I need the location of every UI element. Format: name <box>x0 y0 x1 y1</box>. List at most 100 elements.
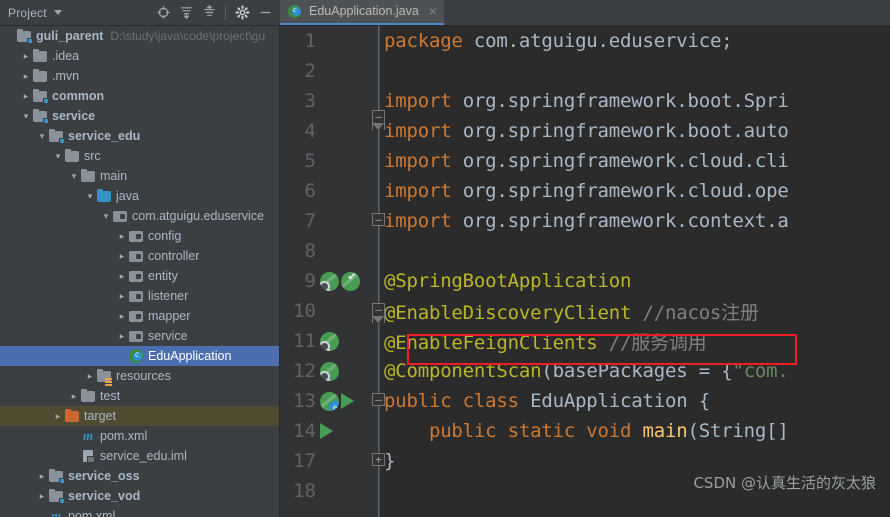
package-icon <box>128 228 144 244</box>
tree-item-com-atguigu-eduservice[interactable]: com.atguigu.eduservice <box>0 206 279 226</box>
fold-marker-imports-end[interactable] <box>372 213 385 226</box>
chevron-right-icon[interactable] <box>52 412 64 421</box>
code-line[interactable]: 8 <box>280 236 890 266</box>
code-line[interactable]: 6 import org.springframework.cloud.ope <box>280 176 890 206</box>
code-line[interactable]: 12 @ComponentScan(basePackages = {"com. <box>280 356 890 386</box>
tree-item-eduapplication[interactable]: EduApplication <box>0 346 279 366</box>
tree-item-entity[interactable]: entity <box>0 266 279 286</box>
chevron-down-icon[interactable] <box>53 10 62 15</box>
top-bar: Project c EduApplication.java × <box>0 0 890 26</box>
code-text: public static void main(String[] <box>384 420 789 442</box>
tree-item-src[interactable]: src <box>0 146 279 166</box>
tree-item-guli-parent[interactable]: guli_parent D:\study\java\code\project\gu <box>0 26 279 46</box>
chevron-down-icon[interactable] <box>52 152 64 161</box>
editor-tab-eduapplication[interactable]: c EduApplication.java × <box>280 0 444 25</box>
gutter-icons <box>316 361 372 381</box>
tree-item-main[interactable]: main <box>0 166 279 186</box>
tree-item-pom-xml[interactable]: m pom.xml <box>0 426 279 446</box>
code-line[interactable]: 11 @EnableFeignClients //服务调用 <box>280 326 890 356</box>
project-tree[interactable]: guli_parent D:\study\java\code\project\gu… <box>0 26 280 517</box>
tree-item-label: config <box>148 229 182 243</box>
chevron-right-icon[interactable] <box>36 492 48 501</box>
chevron-right-icon[interactable] <box>116 292 128 301</box>
run-method-icon[interactable] <box>320 423 333 439</box>
code-line[interactable]: 5 import org.springframework.cloud.cli <box>280 146 890 176</box>
chevron-right-icon[interactable] <box>84 372 96 381</box>
locate-icon[interactable] <box>152 2 174 24</box>
line-number: 3 <box>304 90 316 112</box>
chevron-down-icon[interactable] <box>68 172 80 181</box>
chevron-right-icon[interactable] <box>20 92 32 101</box>
tree-item-test[interactable]: test <box>0 386 279 406</box>
bean-spring-icon[interactable]: e <box>320 391 339 411</box>
chevron-down-icon[interactable] <box>84 192 96 201</box>
tree-item-pom-xml[interactable]: m pom.xml <box>0 506 279 517</box>
chevron-right-icon[interactable] <box>68 392 80 401</box>
tree-item-mvn[interactable]: .mvn <box>0 66 279 86</box>
tree-item-service[interactable]: service <box>0 326 279 346</box>
fold-marker-method-collapsed[interactable] <box>372 453 385 466</box>
line-number: 7 <box>304 210 316 232</box>
tree-item-controller[interactable]: controller <box>0 246 279 266</box>
bean-magnifier-icon[interactable] <box>320 361 339 381</box>
line-number: 9 <box>304 270 316 292</box>
project-tool-window-title[interactable]: Project <box>8 6 47 20</box>
code-text: import org.springframework.cloud.cli <box>384 150 789 172</box>
line-number: 8 <box>304 240 316 262</box>
tree-item-service-edu[interactable]: service_edu <box>0 126 279 146</box>
fold-marker-imports-start[interactable] <box>372 110 385 123</box>
chevron-right-icon[interactable] <box>36 472 48 481</box>
code-line[interactable]: 14 public static void main(String[] <box>280 416 890 446</box>
tree-item-service-edu-iml[interactable]: service_edu.iml <box>0 446 279 466</box>
hide-window-icon[interactable] <box>254 2 276 24</box>
tree-item-common[interactable]: common <box>0 86 279 106</box>
chevron-right-icon[interactable] <box>116 252 128 261</box>
bean-magnifier-icon[interactable] <box>320 271 339 291</box>
run-application-icon[interactable] <box>341 393 354 409</box>
line-number: 4 <box>304 120 316 142</box>
chevron-right-icon[interactable] <box>116 312 128 321</box>
folder-icon <box>64 148 80 164</box>
source-folder-icon <box>96 188 112 204</box>
tree-item-idea[interactable]: .idea <box>0 46 279 66</box>
code-text: import org.springframework.context.a <box>384 210 789 232</box>
chevron-right-icon[interactable] <box>20 52 32 61</box>
chevron-right-icon[interactable] <box>116 232 128 241</box>
code-line[interactable]: 1 package com.atguigu.eduservice; <box>280 26 890 56</box>
tree-item-label: .mvn <box>52 69 80 83</box>
chevron-right-icon[interactable] <box>20 72 32 81</box>
chevron-down-icon[interactable] <box>36 132 48 141</box>
code-line[interactable]: 9 ✔ @SpringBootApplication <box>280 266 890 296</box>
tree-item-listener[interactable]: listener <box>0 286 279 306</box>
collapse-all-icon[interactable] <box>198 2 220 24</box>
tree-item-resources[interactable]: resources <box>0 366 279 386</box>
chevron-down-icon[interactable] <box>20 112 32 121</box>
fold-marker-annotations-end[interactable] <box>372 393 385 406</box>
tree-item-mapper[interactable]: mapper <box>0 306 279 326</box>
folder-icon <box>80 388 96 404</box>
line-number: 6 <box>304 180 316 202</box>
code-line[interactable]: 2 <box>280 56 890 86</box>
chevron-right-icon[interactable] <box>116 332 128 341</box>
bean-magnifier-icon[interactable] <box>320 331 339 351</box>
tree-item-target[interactable]: target <box>0 406 279 426</box>
package-icon <box>128 308 144 324</box>
tree-item-service-vod[interactable]: service_vod <box>0 486 279 506</box>
tree-item-java[interactable]: java <box>0 186 279 206</box>
tree-item-label: mapper <box>148 309 191 323</box>
tree-item-label: service_oss <box>68 469 140 483</box>
tree-item-service-oss[interactable]: service_oss <box>0 466 279 486</box>
resources-folder-icon <box>96 368 112 384</box>
close-icon[interactable]: × <box>429 4 437 18</box>
tree-item-label: entity <box>148 269 178 283</box>
chevron-right-icon[interactable] <box>116 272 128 281</box>
settings-gear-icon[interactable] <box>231 2 253 24</box>
expand-all-icon[interactable] <box>175 2 197 24</box>
tree-item-label: service <box>52 109 96 123</box>
fold-marker-class-start[interactable] <box>372 303 385 316</box>
code-editor[interactable]: 1 package com.atguigu.eduservice; 2 3 import… <box>280 26 890 517</box>
bean-check-icon[interactable]: ✔ <box>341 271 360 291</box>
chevron-down-icon[interactable] <box>100 212 112 221</box>
tree-item-service[interactable]: service <box>0 106 279 126</box>
tree-item-config[interactable]: config <box>0 226 279 246</box>
